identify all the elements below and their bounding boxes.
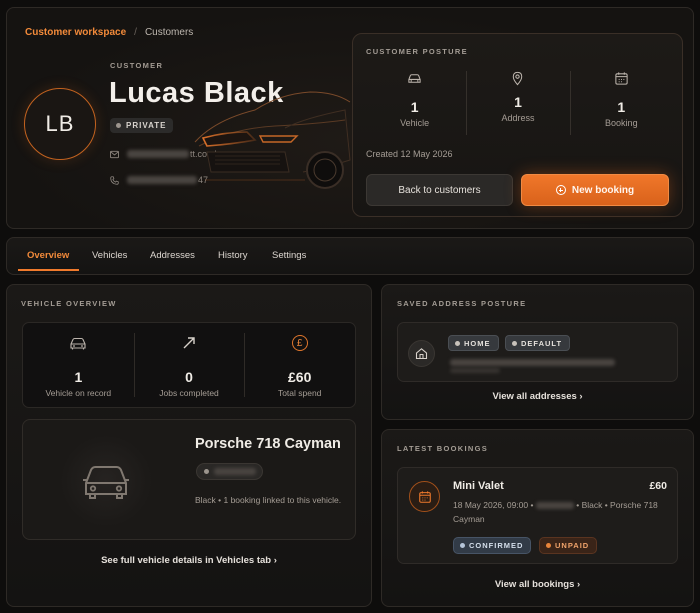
- privacy-badge-label: PRIVATE: [126, 121, 167, 130]
- new-booking-label: New booking: [571, 184, 635, 196]
- posture-stat-value: 1: [410, 99, 419, 115]
- vehicle-stat-label: Jobs completed: [159, 388, 219, 398]
- address-tag-home: HOME: [448, 335, 499, 351]
- tab-settings[interactable]: Settings: [272, 250, 306, 261]
- tab-overview[interactable]: Overview: [27, 250, 69, 261]
- plus-circle-icon: [555, 185, 566, 195]
- vehicle-stat-value: 0: [185, 369, 193, 385]
- vehicle-stat-label: Vehicle on record: [45, 388, 112, 398]
- redacted-plate-text: [535, 502, 574, 510]
- vehicle-stat-spend: £ £60 Total spend: [244, 323, 355, 407]
- vehicle-stat-label: Total spend: [277, 388, 322, 398]
- vehicle-stat-records: 1 Vehicle on record: [23, 323, 134, 407]
- car-illustration: [194, 91, 351, 189]
- vehicle-description: Black • 1 booking linked to this vehicle…: [195, 495, 342, 505]
- vehicle-stat-jobs: 0 Jobs completed: [133, 323, 245, 407]
- saved-address-panel: SAVED ADDRESS POSTURE HOME DEFAULT View …: [381, 284, 694, 420]
- customer-posture-title: CUSTOMER POSTURE: [366, 47, 468, 56]
- address-tag-label: HOME: [464, 338, 491, 348]
- home-icon-wrapper: [408, 340, 435, 367]
- badge-dot: [512, 340, 517, 346]
- badge-dot: [455, 340, 460, 346]
- booking-status-label: CONFIRMED: [469, 541, 524, 550]
- tab-bar: Overview Vehicles Addresses History Sett…: [6, 237, 694, 275]
- address-card[interactable]: HOME DEFAULT: [397, 322, 678, 382]
- phone-icon: [110, 175, 119, 185]
- breadcrumb-workspace-link[interactable]: Customer workspace: [25, 27, 126, 38]
- address-tag-default: DEFAULT: [505, 335, 571, 351]
- customer-header-panel: Customer workspace / Customers LB CUSTOM…: [6, 7, 694, 229]
- badge-dot: [460, 543, 465, 548]
- booking-status-badge: CONFIRMED: [453, 537, 532, 554]
- saved-address-title: SAVED ADDRESS POSTURE: [397, 299, 527, 308]
- breadcrumb-customers-link[interactable]: Customers: [145, 27, 193, 38]
- posture-stat-value: 1: [514, 94, 522, 110]
- booking-card[interactable]: Mini Valet £60 18 May 2026, 09:00 • • Bl…: [397, 467, 678, 564]
- pound-icon: £: [291, 335, 308, 351]
- posture-stat-address: 1 Address: [466, 69, 569, 139]
- posture-stat-vehicle: 1 Vehicle: [363, 69, 466, 139]
- customer-section-label: CUSTOMER: [110, 61, 164, 70]
- payment-status-label: UNPAID: [555, 541, 590, 550]
- redacted-plate-text: [214, 468, 256, 475]
- vehicle-overview-panel: VEHICLE OVERVIEW 1 Vehicle on record 0 J…: [6, 284, 372, 607]
- latest-bookings-title: LATEST BOOKINGS: [397, 444, 489, 453]
- location-pin-icon: [513, 71, 523, 86]
- posture-stat-label: Vehicle: [400, 118, 430, 128]
- car-icon: [83, 466, 129, 499]
- tab-vehicles[interactable]: Vehicles: [92, 250, 127, 261]
- created-date: Created 12 May 2026: [366, 149, 453, 159]
- mail-icon: [110, 150, 119, 158]
- calendar-icon: [418, 490, 431, 503]
- redacted-address-text: [450, 368, 500, 373]
- posture-stat-label: Booking: [605, 118, 638, 128]
- vehicle-overview-title: VEHICLE OVERVIEW: [21, 299, 117, 308]
- booking-date-time: 18 May 2026, 09:00 •: [453, 500, 534, 510]
- vehicle-thumbnail: [58, 436, 154, 526]
- vehicle-card[interactable]: Porsche 718 Cayman Black • 1 booking lin…: [22, 419, 356, 540]
- badge-dot: [116, 123, 121, 128]
- address-tag-label: DEFAULT: [521, 338, 563, 348]
- tab-history[interactable]: History: [218, 250, 248, 261]
- calendar-icon: [615, 72, 628, 85]
- view-all-addresses-link[interactable]: View all addresses ›: [382, 391, 693, 402]
- customer-posture-card: CUSTOMER POSTURE 1 Vehicle 1 Address 1 B…: [352, 33, 683, 217]
- payment-status-badge: UNPAID: [539, 537, 598, 554]
- tab-addresses[interactable]: Addresses: [150, 250, 195, 261]
- latest-bookings-panel: LATEST BOOKINGS Mini Valet £60 18 May 20…: [381, 429, 694, 607]
- badge-dot: [204, 469, 209, 474]
- vehicle-name: Porsche 718 Cayman: [195, 436, 341, 452]
- home-icon: [415, 348, 428, 360]
- breadcrumb-separator: /: [134, 27, 137, 38]
- vehicle-stats: 1 Vehicle on record 0 Jobs completed £ £…: [22, 322, 356, 408]
- booking-details: 18 May 2026, 09:00 • • Black • Porsche 7…: [453, 498, 671, 526]
- posture-stat-label: Address: [501, 113, 535, 123]
- posture-stat-value: 1: [617, 99, 626, 115]
- redacted-address-text: [450, 359, 615, 366]
- redacted-email-text: [127, 150, 189, 158]
- avatar: LB: [24, 88, 96, 160]
- arrow-up-right-icon: [183, 337, 195, 349]
- view-all-bookings-link[interactable]: View all bookings ›: [382, 579, 693, 590]
- car-icon: [70, 337, 86, 349]
- car-icon: [408, 74, 421, 83]
- back-to-customers-button[interactable]: Back to customers: [366, 174, 513, 206]
- license-plate-badge: [196, 463, 263, 480]
- new-booking-button[interactable]: New booking: [521, 174, 669, 206]
- booking-service-name: Mini Valet: [453, 480, 504, 492]
- active-tab-indicator: [18, 269, 79, 271]
- see-vehicle-details-link[interactable]: See full vehicle details in Vehicles tab…: [7, 555, 371, 566]
- badge-dot: [546, 543, 551, 548]
- posture-stat-booking: 1 Booking: [569, 69, 673, 139]
- breadcrumb: Customer workspace / Customers: [25, 27, 193, 38]
- vehicle-stat-value: £60: [288, 369, 312, 385]
- booking-price: £60: [649, 480, 667, 492]
- calendar-icon-wrapper: [409, 481, 440, 512]
- privacy-badge: PRIVATE: [110, 118, 174, 133]
- vehicle-stat-value: 1: [74, 369, 83, 385]
